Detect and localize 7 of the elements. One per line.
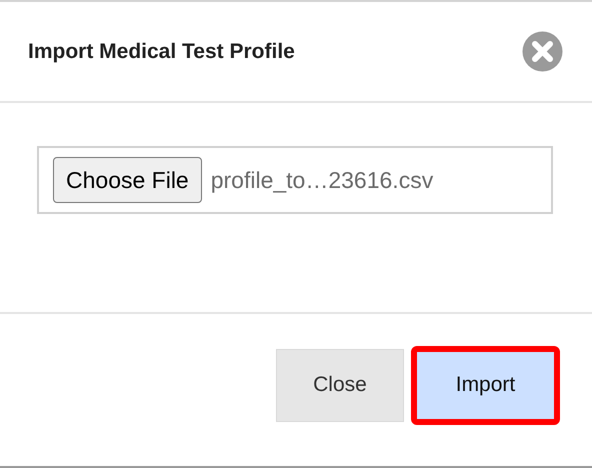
dialog-title: Import Medical Test Profile bbox=[28, 40, 295, 64]
choose-file-button[interactable]: Choose File bbox=[53, 157, 202, 203]
file-input-field[interactable]: Choose File profile_to…23616.csv bbox=[37, 146, 553, 214]
close-icon[interactable] bbox=[522, 31, 563, 72]
file-name: profile_to…23616.csv bbox=[210, 166, 434, 194]
import-button[interactable]: Import bbox=[411, 346, 560, 424]
close-button[interactable]: Close bbox=[276, 348, 404, 422]
